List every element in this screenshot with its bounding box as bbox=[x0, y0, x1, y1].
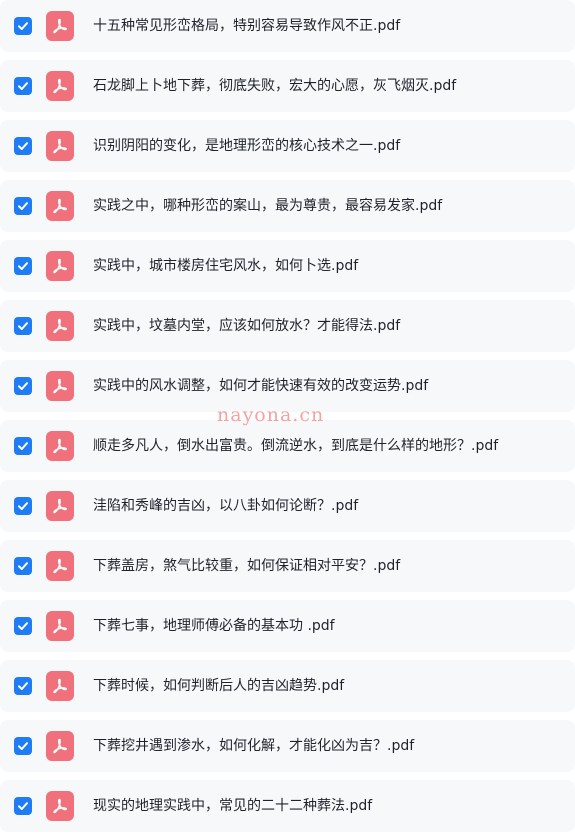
file-name[interactable]: 实践中，坟墓内堂，应该如何放水？才能得法.pdf bbox=[93, 300, 400, 352]
file-name[interactable]: 下葬盖房，煞气比较重，如何保证相对平安？.pdf bbox=[93, 540, 400, 592]
checkmark-icon bbox=[18, 22, 28, 30]
pdf-file-icon bbox=[46, 311, 74, 341]
checkmark-icon bbox=[18, 682, 28, 690]
file-checkbox[interactable] bbox=[14, 677, 32, 695]
pdf-file-icon bbox=[46, 251, 74, 281]
file-name[interactable]: 下葬挖井遇到渗水，如何化解，才能化凶为吉？.pdf bbox=[93, 720, 414, 772]
file-checkbox[interactable] bbox=[14, 437, 32, 455]
file-row[interactable]: 实践中，城市楼房住宅风水，如何卜选.pdf bbox=[0, 240, 575, 292]
checkmark-icon bbox=[18, 382, 28, 390]
file-row[interactable]: 洼陷和秀峰的吉凶，以八卦如何论断？.pdf bbox=[0, 480, 575, 532]
file-row[interactable]: 下葬时候，如何判断后人的吉凶趋势.pdf bbox=[0, 660, 575, 712]
pdf-file-icon bbox=[46, 11, 74, 41]
checkmark-icon bbox=[18, 502, 28, 510]
checkmark-icon bbox=[18, 202, 28, 210]
pdf-file-icon bbox=[46, 191, 74, 221]
file-row[interactable]: 石龙脚上卜地下葬，彻底失败，宏大的心愿，灰飞烟灭.pdf bbox=[0, 60, 575, 112]
file-name[interactable]: 洼陷和秀峰的吉凶，以八卦如何论断？.pdf bbox=[93, 480, 358, 532]
pdf-file-icon bbox=[46, 371, 74, 401]
pdf-file-icon bbox=[46, 491, 74, 521]
file-checkbox[interactable] bbox=[14, 377, 32, 395]
file-checkbox[interactable] bbox=[14, 137, 32, 155]
file-checkbox[interactable] bbox=[14, 497, 32, 515]
file-name[interactable]: 实践中，城市楼房住宅风水，如何卜选.pdf bbox=[93, 240, 358, 292]
pdf-file-icon bbox=[46, 71, 74, 101]
pdf-file-icon bbox=[46, 551, 74, 581]
file-name[interactable]: 识别阴阳的变化，是地理形峦的核心技术之一.pdf bbox=[93, 120, 400, 172]
file-checkbox[interactable] bbox=[14, 617, 32, 635]
file-name[interactable]: 实践之中，哪种形峦的案山，最为尊贵，最容易发家.pdf bbox=[93, 180, 442, 232]
checkmark-icon bbox=[18, 562, 28, 570]
file-name[interactable]: 现实的地理实践中，常见的二十二种葬法.pdf bbox=[93, 780, 372, 832]
checkmark-icon bbox=[18, 742, 28, 750]
file-row[interactable]: 实践中，坟墓内堂，应该如何放水？才能得法.pdf bbox=[0, 300, 575, 352]
pdf-file-icon bbox=[46, 611, 74, 641]
checkmark-icon bbox=[18, 82, 28, 90]
pdf-file-icon bbox=[46, 791, 74, 821]
file-row[interactable]: 识别阴阳的变化，是地理形峦的核心技术之一.pdf bbox=[0, 120, 575, 172]
pdf-file-icon bbox=[46, 431, 74, 461]
file-name[interactable]: 顺走多凡人，倒水出富贵。倒流逆水，到底是什么样的地形？.pdf bbox=[93, 420, 498, 472]
file-checkbox[interactable] bbox=[14, 797, 32, 815]
file-checkbox[interactable] bbox=[14, 197, 32, 215]
pdf-file-icon bbox=[46, 131, 74, 161]
file-row[interactable]: 下葬七事，地理师傅必备的基本功 .pdf bbox=[0, 600, 575, 652]
watermark-text: nayona.cn bbox=[217, 404, 325, 426]
file-checkbox[interactable] bbox=[14, 77, 32, 95]
file-row[interactable]: 下葬挖井遇到渗水，如何化解，才能化凶为吉？.pdf bbox=[0, 720, 575, 772]
file-row[interactable]: 十五种常见形峦格局，特别容易导致作风不正.pdf bbox=[0, 0, 575, 52]
file-checkbox[interactable] bbox=[14, 17, 32, 35]
file-checkbox[interactable] bbox=[14, 737, 32, 755]
file-checkbox[interactable] bbox=[14, 317, 32, 335]
file-name[interactable]: 十五种常见形峦格局，特别容易导致作风不正.pdf bbox=[93, 0, 400, 52]
pdf-file-icon bbox=[46, 731, 74, 761]
file-checkbox[interactable] bbox=[14, 557, 32, 575]
file-row[interactable]: 现实的地理实践中，常见的二十二种葬法.pdf bbox=[0, 780, 575, 832]
checkmark-icon bbox=[18, 802, 28, 810]
file-name[interactable]: 石龙脚上卜地下葬，彻底失败，宏大的心愿，灰飞烟灭.pdf bbox=[93, 60, 456, 112]
checkmark-icon bbox=[18, 142, 28, 150]
pdf-file-icon bbox=[46, 671, 74, 701]
file-row[interactable]: 实践之中，哪种形峦的案山，最为尊贵，最容易发家.pdf bbox=[0, 180, 575, 232]
checkmark-icon bbox=[18, 262, 28, 270]
file-name[interactable]: 下葬七事，地理师傅必备的基本功 .pdf bbox=[93, 600, 335, 652]
file-checkbox[interactable] bbox=[14, 257, 32, 275]
file-name[interactable]: 下葬时候，如何判断后人的吉凶趋势.pdf bbox=[93, 660, 344, 712]
checkmark-icon bbox=[18, 442, 28, 450]
checkmark-icon bbox=[18, 322, 28, 330]
file-row[interactable]: 顺走多凡人，倒水出富贵。倒流逆水，到底是什么样的地形？.pdf bbox=[0, 420, 575, 472]
checkmark-icon bbox=[18, 622, 28, 630]
file-row[interactable]: 下葬盖房，煞气比较重，如何保证相对平安？.pdf bbox=[0, 540, 575, 592]
